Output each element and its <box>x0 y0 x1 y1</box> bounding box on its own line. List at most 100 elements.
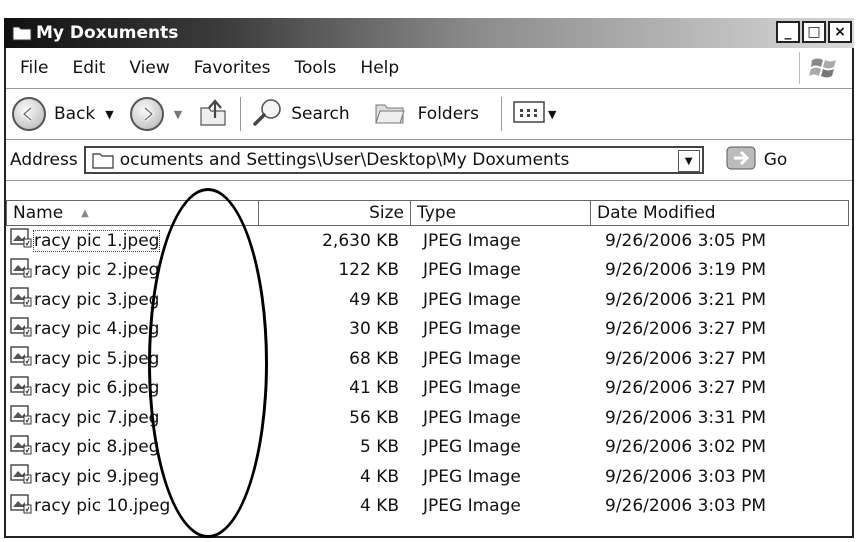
file-row[interactable]: racy pic 2.jpeg 122 KB JPEG Image 9/26/2… <box>6 256 852 286</box>
menu-bar: File Edit View Favorites Tools Help <box>6 48 852 89</box>
close-button[interactable]: × <box>828 21 852 43</box>
file-type: JPEG Image <box>423 319 521 340</box>
file-date: 9/26/2006 3:27 PM <box>605 378 767 399</box>
file-name: racy pic 6.jpeg <box>34 378 160 399</box>
go-label: Go <box>763 150 788 170</box>
file-type: JPEG Image <box>423 230 521 251</box>
forward-button[interactable]: ▼ <box>129 97 182 131</box>
toolbar: Back ▼ ▼ Search Folders ▼ <box>6 89 852 140</box>
file-row[interactable]: racy pic 3.jpeg 49 KB JPEG Image 9/26/20… <box>6 285 852 315</box>
menu-view[interactable]: View <box>129 58 169 78</box>
image-file-icon <box>10 435 32 460</box>
column-header-name[interactable]: Name ▲ <box>6 200 259 226</box>
file-date: 9/26/2006 3:27 PM <box>605 348 767 369</box>
file-date: 9/26/2006 3:02 PM <box>605 437 767 458</box>
address-field[interactable]: ocuments and Settings\User\Desktop\My Do… <box>83 146 704 174</box>
menu-help[interactable]: Help <box>360 58 399 78</box>
address-dropdown-icon[interactable]: ▼ <box>677 150 700 172</box>
column-header-size[interactable]: Size <box>259 200 411 226</box>
file-type: JPEG Image <box>423 378 521 399</box>
file-name: racy pic 1.jpeg <box>32 229 161 252</box>
go-button[interactable]: Go <box>726 146 788 175</box>
image-file-icon <box>10 376 32 401</box>
menu-edit[interactable]: Edit <box>72 58 105 78</box>
image-file-icon <box>10 287 32 312</box>
file-date: 9/26/2006 3:27 PM <box>605 319 767 340</box>
title-bar[interactable]: My Doxuments _ □ × <box>4 18 854 48</box>
folders-button[interactable]: Folders <box>374 97 479 132</box>
back-arrow-icon <box>12 97 46 131</box>
file-name: racy pic 5.jpeg <box>34 348 160 369</box>
file-size: 41 KB <box>349 378 399 399</box>
folders-label: Folders <box>417 104 480 124</box>
file-size: 4 KB <box>359 496 399 517</box>
file-size: 2,630 KB <box>322 230 399 251</box>
file-row[interactable]: racy pic 6.jpeg 41 KB JPEG Image 9/26/20… <box>6 374 852 404</box>
file-date: 9/26/2006 3:03 PM <box>605 496 767 517</box>
up-button[interactable] <box>198 96 230 133</box>
explorer-window: My Doxuments _ □ × File Edit View Favori… <box>4 18 854 538</box>
file-name: racy pic 4.jpeg <box>34 319 160 340</box>
file-row[interactable]: racy pic 1.jpeg 2,630 KB JPEG Image 9/26… <box>6 226 852 256</box>
back-dropdown-icon[interactable]: ▼ <box>105 108 113 121</box>
image-file-icon <box>10 228 32 253</box>
file-size: 122 KB <box>338 260 399 281</box>
column-header-date[interactable]: Date Modified <box>591 200 849 226</box>
forward-arrow-icon <box>129 97 164 131</box>
image-file-icon <box>10 258 32 283</box>
column-headers: Name ▲ Size Type Date Modified <box>6 200 852 226</box>
file-size: 49 KB <box>349 289 399 310</box>
folder-icon <box>12 24 32 45</box>
column-header-type[interactable]: Type <box>411 200 591 226</box>
file-row[interactable]: racy pic 5.jpeg 68 KB JPEG Image 9/26/20… <box>6 344 852 374</box>
folder-icon <box>92 151 114 169</box>
views-button[interactable]: ▼ <box>512 99 557 130</box>
sort-ascending-icon: ▲ <box>81 207 89 219</box>
file-size: 68 KB <box>349 348 399 369</box>
file-size: 30 KB <box>349 319 399 340</box>
menu-favorites[interactable]: Favorites <box>194 58 271 78</box>
views-dropdown-icon[interactable]: ▼ <box>548 108 556 121</box>
file-row[interactable]: racy pic 4.jpeg 30 KB JPEG Image 9/26/20… <box>6 315 852 345</box>
go-arrow-icon <box>726 146 756 175</box>
file-type: JPEG Image <box>423 496 521 517</box>
file-date: 9/26/2006 3:05 PM <box>605 230 767 251</box>
toolbar-separator <box>501 97 503 131</box>
search-button[interactable]: Search <box>251 96 350 133</box>
file-date: 9/26/2006 3:21 PM <box>605 289 767 310</box>
forward-dropdown-icon[interactable]: ▼ <box>174 108 182 121</box>
file-date: 9/26/2006 3:03 PM <box>605 466 767 487</box>
file-type: JPEG Image <box>423 348 521 369</box>
minimize-button[interactable]: _ <box>776 21 800 43</box>
address-bar: Address ocuments and Settings\User\Deskt… <box>6 140 852 181</box>
file-type: JPEG Image <box>423 437 521 458</box>
file-list: racy pic 1.jpeg 2,630 KB JPEG Image 9/26… <box>6 226 852 521</box>
file-type: JPEG Image <box>423 260 521 281</box>
file-type: JPEG Image <box>423 407 521 428</box>
window-controls: _ □ × <box>776 21 852 43</box>
window-title: My Doxuments <box>36 23 179 43</box>
file-row[interactable]: racy pic 8.jpeg 5 KB JPEG Image 9/26/200… <box>6 433 852 463</box>
image-file-icon <box>10 317 32 342</box>
file-type: JPEG Image <box>423 289 521 310</box>
file-size: 56 KB <box>349 407 399 428</box>
file-row[interactable]: racy pic 9.jpeg 4 KB JPEG Image 9/26/200… <box>6 462 852 492</box>
menu-file[interactable]: File <box>20 58 48 78</box>
file-name: racy pic 2.jpeg <box>34 260 160 281</box>
toolbar-separator <box>240 97 242 131</box>
file-row[interactable]: racy pic 7.jpeg 56 KB JPEG Image 9/26/20… <box>6 403 852 433</box>
maximize-button[interactable]: □ <box>802 21 826 43</box>
file-date: 9/26/2006 3:19 PM <box>605 260 767 281</box>
back-button[interactable]: Back ▼ <box>12 97 114 131</box>
address-value: ocuments and Settings\User\Desktop\My Do… <box>119 150 570 170</box>
image-file-icon <box>10 464 32 489</box>
file-row[interactable]: racy pic 10.jpeg 4 KB JPEG Image 9/26/20… <box>6 492 852 522</box>
back-label: Back <box>54 104 96 124</box>
file-name: racy pic 3.jpeg <box>34 289 160 310</box>
file-name: racy pic 7.jpeg <box>34 407 160 428</box>
file-name: racy pic 9.jpeg <box>34 466 160 487</box>
file-size: 4 KB <box>359 466 399 487</box>
up-folder-icon <box>198 96 230 133</box>
windows-flag-icon <box>799 52 848 84</box>
menu-tools[interactable]: Tools <box>295 58 337 78</box>
